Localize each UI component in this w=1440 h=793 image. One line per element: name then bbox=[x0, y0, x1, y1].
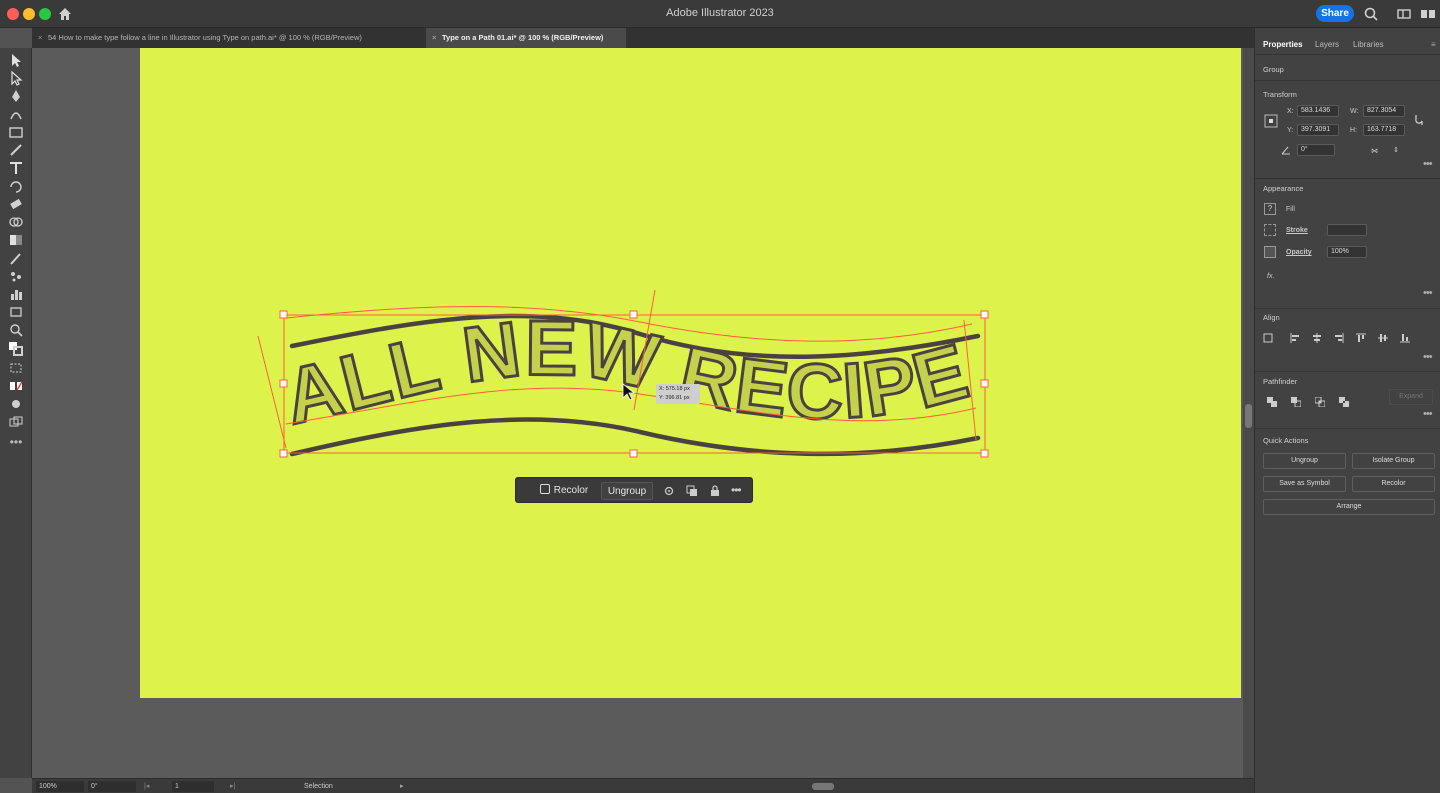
align-more-icon[interactable]: ••• bbox=[1423, 351, 1433, 363]
recolor-icon bbox=[539, 484, 550, 494]
settings-icon[interactable] bbox=[663, 485, 675, 497]
handle-middle-right[interactable] bbox=[980, 379, 989, 388]
align-heading: Align bbox=[1263, 313, 1280, 322]
lock-icon[interactable] bbox=[709, 485, 721, 497]
horizontal-scroll-thumb[interactable] bbox=[812, 783, 834, 790]
rotate-angle-icon bbox=[1281, 146, 1290, 155]
cursor-position-readout: X: 575.18 px Y: 396.81 px bbox=[656, 384, 700, 404]
align-bottom-icon[interactable] bbox=[1400, 333, 1410, 343]
handle-top-right[interactable] bbox=[980, 310, 989, 319]
align-left-icon[interactable] bbox=[1290, 333, 1300, 343]
appearance-heading: Appearance bbox=[1263, 184, 1304, 193]
artwork-layer: ALL NEW RECIPE bbox=[257, 289, 989, 458]
stroke-weight-field[interactable] bbox=[1327, 224, 1367, 236]
properties-panel: Properties Layers Libraries ≡ Group Tran… bbox=[1254, 28, 1440, 793]
constrain-proportions-icon[interactable] bbox=[1413, 113, 1425, 127]
isolate-group-button[interactable]: Isolate Group bbox=[1352, 453, 1435, 469]
status-menu-arrow-icon[interactable]: ▸ bbox=[400, 781, 410, 792]
flip-icon[interactable]: ⇕ bbox=[1393, 146, 1399, 154]
y-position-field[interactable]: 397.3091 bbox=[1297, 124, 1339, 136]
arrange-button[interactable]: Arrange bbox=[1263, 499, 1435, 515]
opacity-label[interactable]: Opacity bbox=[1286, 249, 1312, 256]
contextual-task-bar: Recolor Ungroup ••• bbox=[515, 477, 753, 503]
tab-properties[interactable]: Properties bbox=[1263, 40, 1303, 49]
stroke-swatch[interactable] bbox=[1264, 224, 1276, 236]
minus-front-icon[interactable] bbox=[1291, 397, 1301, 407]
status-bar: 100% 0° |◂ 1 ▸| Selection ▸ bbox=[32, 778, 1254, 793]
align-buttons bbox=[1263, 333, 1438, 345]
fill-swatch[interactable]: ? bbox=[1264, 203, 1276, 215]
quick-ungroup-button[interactable]: Ungroup bbox=[1263, 453, 1346, 469]
artboard-number-field[interactable]: 1 bbox=[172, 781, 214, 792]
pathfinder-heading: Pathfinder bbox=[1263, 377, 1298, 386]
opacity-icon bbox=[1264, 246, 1276, 258]
handle-top-center[interactable] bbox=[629, 310, 638, 319]
exclude-icon[interactable] bbox=[1339, 397, 1349, 407]
zoom-level-field[interactable]: 100% bbox=[36, 781, 84, 792]
rotation-view-field[interactable]: 0° bbox=[88, 781, 136, 792]
readout-y: Y: 396.81 px bbox=[659, 395, 690, 401]
height-field[interactable]: 163.7718 bbox=[1363, 124, 1405, 136]
width-field[interactable]: 827.3054 bbox=[1363, 105, 1405, 117]
vertical-scroll-thumb[interactable] bbox=[1245, 404, 1252, 428]
tab-libraries[interactable]: Libraries bbox=[1353, 40, 1384, 49]
x-position-field[interactable]: 583.1436 bbox=[1297, 105, 1339, 117]
rotation-field[interactable]: 0° bbox=[1297, 144, 1335, 156]
pathfinder-more-icon[interactable]: ••• bbox=[1423, 408, 1433, 420]
handle-middle-left[interactable] bbox=[279, 379, 288, 388]
transform-more-icon[interactable]: ••• bbox=[1423, 158, 1433, 170]
duplicate-icon[interactable] bbox=[686, 485, 698, 497]
quick-recolor-button[interactable]: Recolor bbox=[1352, 476, 1435, 492]
current-tool-status[interactable]: Selection bbox=[304, 781, 404, 792]
selection-type-label: Group bbox=[1263, 65, 1284, 74]
align-center-icon[interactable] bbox=[1312, 333, 1322, 343]
handle-bottom-center[interactable] bbox=[629, 449, 638, 458]
align-top-icon[interactable] bbox=[1356, 333, 1366, 343]
expand-button[interactable]: Expand bbox=[1389, 389, 1433, 405]
opacity-field[interactable]: 100% bbox=[1327, 246, 1367, 258]
intersect-icon[interactable] bbox=[1315, 397, 1325, 407]
appearance-more-icon[interactable]: ••• bbox=[1423, 287, 1433, 299]
save-as-symbol-button[interactable]: Save as Symbol bbox=[1263, 476, 1346, 492]
more-options-icon[interactable]: ••• bbox=[731, 483, 742, 497]
panel-menu-icon[interactable]: ≡ bbox=[1431, 40, 1436, 49]
reference-point-icon[interactable] bbox=[1264, 114, 1278, 128]
align-right-icon[interactable] bbox=[1334, 333, 1344, 343]
quick-actions-heading: Quick Actions bbox=[1263, 436, 1309, 445]
tab-layers[interactable]: Layers bbox=[1315, 40, 1339, 49]
pathfinder-buttons bbox=[1263, 397, 1363, 409]
effects-icon[interactable]: fx. bbox=[1267, 273, 1274, 280]
handle-bottom-right[interactable] bbox=[980, 449, 989, 458]
unite-icon[interactable] bbox=[1267, 397, 1277, 407]
stroke-label[interactable]: Stroke bbox=[1286, 227, 1308, 234]
shear-icon[interactable]: ⋈ bbox=[1371, 147, 1378, 155]
fill-label: Fill bbox=[1286, 206, 1295, 213]
align-middle-icon[interactable] bbox=[1378, 333, 1388, 343]
align-to-icon[interactable] bbox=[1263, 333, 1277, 343]
recolor-button[interactable]: Recolor bbox=[534, 482, 594, 500]
first-artboard-icon[interactable]: |◂ bbox=[144, 781, 154, 792]
transform-heading: Transform bbox=[1263, 90, 1297, 99]
handle-bottom-left[interactable] bbox=[279, 449, 288, 458]
readout-x: X: 575.18 px bbox=[659, 386, 690, 392]
handle-top-left[interactable] bbox=[279, 310, 288, 319]
next-artboard-icon[interactable]: ▸| bbox=[230, 781, 244, 792]
ungroup-button[interactable]: Ungroup bbox=[601, 482, 653, 500]
vertical-scrollbar[interactable] bbox=[1243, 48, 1254, 778]
